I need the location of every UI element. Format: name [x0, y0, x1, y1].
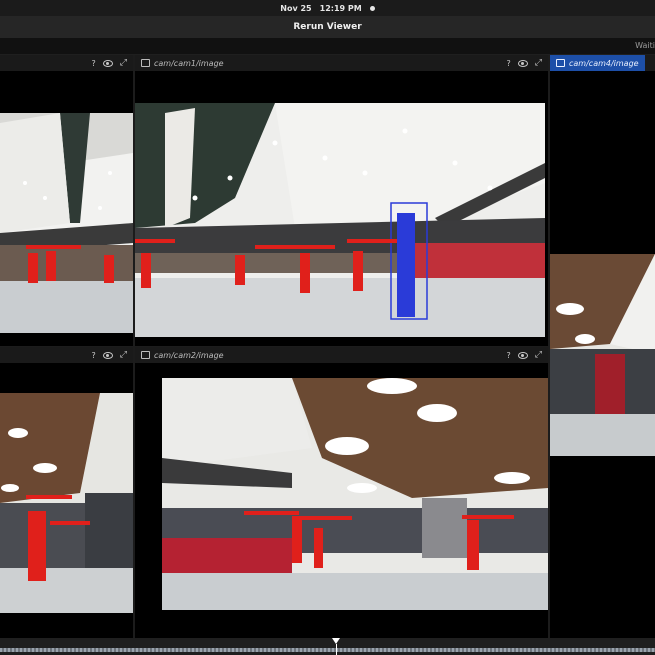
timeline-track[interactable] [0, 648, 655, 652]
detection-person [353, 251, 363, 291]
camera-frame-bottom-left [0, 393, 133, 613]
tab-cam2-label: cam/cam2/image [154, 350, 224, 360]
camera-frame-cam2 [162, 378, 548, 610]
pane-header-bottom-left: ? ⤢ [0, 347, 133, 363]
camera-frame-cam4 [550, 254, 655, 456]
connection-status: Waiti [635, 41, 655, 50]
tab-cam1-label: cam/cam1/image [154, 58, 224, 68]
camera-frame-top-left [0, 113, 133, 333]
view-cam4[interactable] [550, 71, 655, 638]
detection-person [28, 253, 38, 283]
tab-cam4[interactable]: cam/cam4/image [550, 55, 645, 71]
detection-person [235, 255, 245, 285]
detection-label [26, 495, 72, 499]
tab-cam4-label: cam/cam4/image [569, 58, 639, 68]
help-icon[interactable]: ? [507, 59, 511, 68]
detection-label [255, 245, 335, 249]
detection-label [292, 516, 352, 520]
pane-header-cam4: cam/cam4/image [550, 55, 655, 71]
expand-icon[interactable]: ⤢ [120, 350, 127, 360]
window-title: Rerun Viewer [293, 22, 362, 32]
detection-person [300, 253, 310, 293]
window-title-bar: Rerun Viewer [0, 16, 655, 38]
detection-person [141, 253, 151, 288]
detection-person-highlighted [397, 213, 415, 317]
detection-label [135, 239, 175, 243]
camera-frame-cam1 [135, 103, 545, 337]
timeline-panel[interactable] [0, 638, 655, 655]
detection-person [104, 255, 114, 283]
detection-person [46, 251, 56, 281]
pane-header-cam1: cam/cam1/image ? ⤢ [135, 55, 548, 71]
view-cam1[interactable] [135, 71, 548, 346]
system-date: Nov 25 [280, 3, 312, 13]
detection-label [50, 521, 90, 525]
detection-person [28, 511, 46, 581]
expand-icon[interactable]: ⤢ [535, 58, 542, 68]
status-dot-icon [369, 5, 375, 11]
eye-icon[interactable] [517, 59, 528, 67]
image-icon [556, 59, 565, 67]
tab-cam2[interactable]: cam/cam2/image [135, 347, 230, 363]
detection-label [26, 245, 81, 249]
view-cam2[interactable] [135, 363, 548, 638]
expand-icon[interactable]: ⤢ [120, 58, 127, 68]
detection-label [462, 515, 514, 519]
detection-label [244, 511, 299, 515]
view-bottom-left[interactable] [0, 363, 133, 638]
image-icon [141, 351, 150, 359]
help-icon[interactable]: ? [92, 351, 96, 360]
system-time: 12:19 PM [319, 3, 362, 13]
detection-person [314, 528, 323, 568]
timeline-cursor[interactable] [336, 644, 337, 655]
view-top-left[interactable] [0, 71, 133, 346]
help-icon[interactable]: ? [507, 351, 511, 360]
eye-icon[interactable] [517, 351, 528, 359]
expand-icon[interactable]: ⤢ [535, 350, 542, 360]
detection-label [347, 239, 397, 243]
eye-icon[interactable] [102, 59, 113, 67]
tab-cam1[interactable]: cam/cam1/image [135, 55, 230, 71]
app-top-panel: Waiti [0, 38, 655, 55]
eye-icon[interactable] [102, 351, 113, 359]
detection-person [292, 518, 302, 563]
help-icon[interactable]: ? [92, 59, 96, 68]
pane-header-cam2: cam/cam2/image ? ⤢ [135, 347, 548, 363]
pane-header-top-left: ? ⤢ [0, 55, 133, 71]
image-icon [141, 59, 150, 67]
detection-person [467, 520, 479, 570]
system-status-bar: Nov 25 12:19 PM [0, 0, 655, 16]
